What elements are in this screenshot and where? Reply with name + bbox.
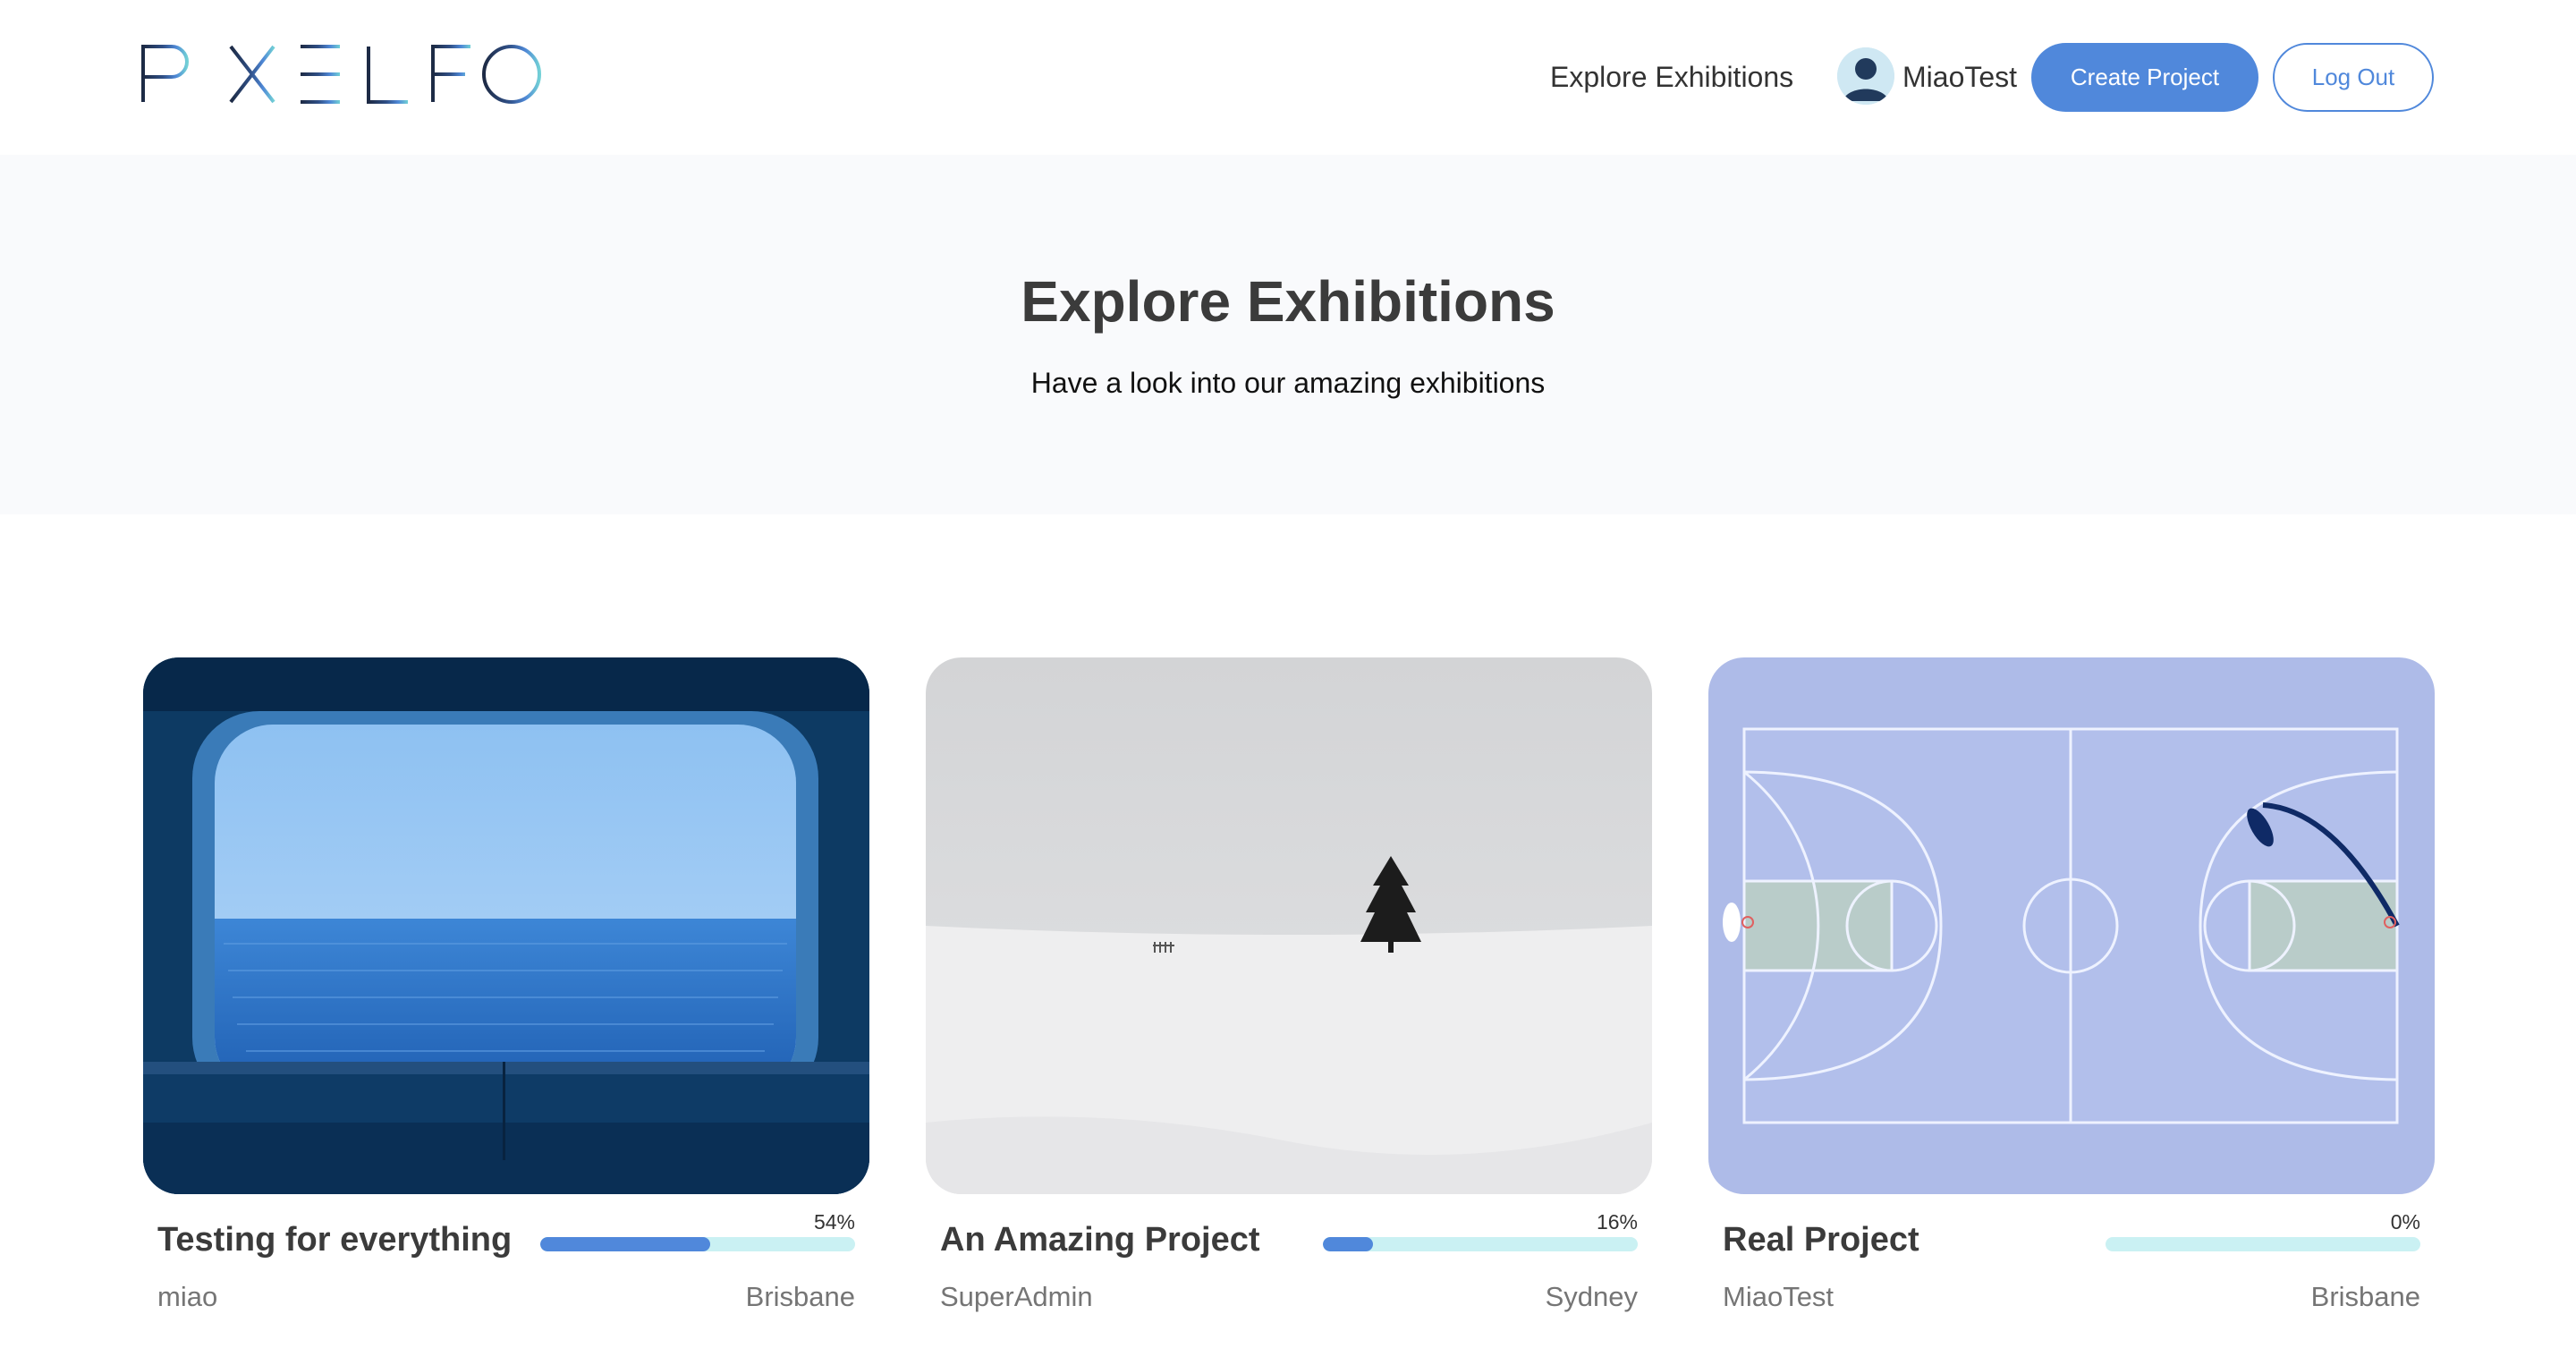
exhibition-location: Brisbane [745,1281,855,1312]
progress-fill [540,1237,711,1251]
exhibition-title[interactable]: Real Project [1723,1221,1919,1259]
exhibition-image-basketball-court[interactable] [1708,657,2435,1194]
exhibition-title[interactable]: An Amazing Project [940,1221,1260,1259]
pixelfoto-logo[interactable] [141,43,574,106]
exhibition-card[interactable]: An Amazing Project 16% SuperAdmin Sydney [926,657,1652,1319]
exhibition-owner: SuperAdmin [940,1281,1093,1312]
progress-percent: 54% [813,1210,855,1234]
create-project-button[interactable]: Create Project [2031,43,2258,112]
exhibition-card[interactable]: Real Project 0% MiaoTest Brisbane [1708,657,2435,1319]
progress-track [540,1237,855,1251]
page-title: Explore Exhibitions [1021,269,1555,334]
page-subtitle: Have a look into our amazing exhibitions [1030,367,1546,399]
user-avatar-icon[interactable] [1837,47,1894,105]
progress-percent: 0% [2390,1210,2420,1234]
exhibition-owner: MiaoTest [1723,1281,1835,1312]
progress-fill [1323,1237,1374,1251]
user-name[interactable]: MiaoTest [1902,59,2017,95]
logo-mark [141,45,574,104]
progress-percent: 16% [1596,1210,1638,1234]
progress-bar: 0% [2106,1210,2420,1251]
exhibition-location: Brisbane [2310,1281,2420,1312]
progress-track [1323,1237,1638,1251]
progress-bar: 54% [540,1210,855,1251]
exhibition-card[interactable]: Testing for everything 54% miao Brisbane [143,657,869,1319]
exhibition-owner: miao [157,1281,218,1312]
exhibition-image-ship-window[interactable] [143,657,869,1194]
nav-explore-exhibitions[interactable]: Explore Exhibitions [1550,59,1793,95]
hero-banner: Explore Exhibitions Have a look into our… [0,155,2576,514]
progress-bar: 16% [1323,1210,1638,1251]
progress-track [2106,1237,2420,1251]
exhibition-image-snow-tree[interactable] [926,657,1652,1194]
exhibition-title[interactable]: Testing for everything [157,1221,512,1259]
top-navbar: Explore Exhibitions MiaoTest Create Proj… [0,0,2576,155]
exhibition-location: Sydney [1545,1281,1638,1312]
log-out-button[interactable]: Log Out [2273,43,2434,112]
